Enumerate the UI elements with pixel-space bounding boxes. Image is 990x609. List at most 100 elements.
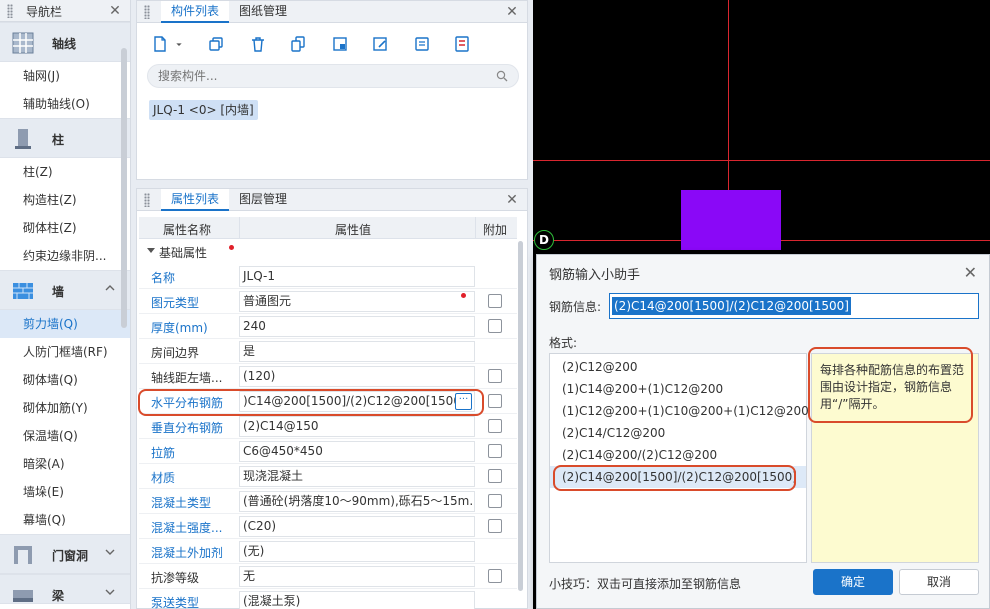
extra-checkbox[interactable] — [488, 294, 502, 308]
nav-group-beam[interactable]: 梁 — [0, 574, 130, 604]
property-row[interactable]: 图元类型 普通图元 — [139, 289, 517, 314]
extra-checkbox[interactable] — [488, 394, 502, 408]
property-row[interactable]: 混凝土强度... (C20) — [139, 514, 517, 539]
property-row[interactable]: 抗渗等级 无 — [139, 564, 517, 589]
copy-component-button[interactable] — [203, 31, 229, 57]
nav-item-civil-defense-wall[interactable]: 人防门框墙(RF) — [0, 338, 130, 366]
format-list-item[interactable]: (1)C14@200+(1)C12@200 — [550, 378, 806, 400]
property-row[interactable]: 水平分布钢筋)C14@200[1500]/(2)C12@200[1500] ··· — [139, 389, 517, 414]
property-value-field[interactable]: )C14@200[1500]/(2)C12@200[1500] ··· — [239, 391, 475, 412]
nav-group-axis[interactable]: 轴线 — [0, 22, 130, 62]
property-value-field[interactable]: (C20) — [239, 516, 475, 537]
close-icon[interactable]: ✕ — [964, 263, 977, 282]
extra-checkbox[interactable] — [488, 569, 502, 583]
nav-item-edge-member[interactable]: 约束边缘非阴... — [0, 242, 130, 270]
format-list-item[interactable]: (2)C12@200 — [550, 356, 806, 378]
format-list-item[interactable]: (2)C14@200/(2)C12@200 — [550, 444, 806, 466]
nav-item-insulation-wall[interactable]: 保温墙(Q) — [0, 422, 130, 450]
extra-checkbox[interactable] — [488, 469, 502, 483]
extra-checkbox[interactable] — [488, 319, 502, 333]
property-group-basic[interactable]: 基础属性 — [139, 239, 517, 264]
ok-button[interactable]: 确定 — [813, 569, 893, 595]
drag-handle-icon[interactable] — [7, 4, 13, 18]
close-icon[interactable]: ✕ — [505, 5, 519, 19]
property-value-field[interactable]: 普通图元 — [239, 291, 475, 312]
shear-wall-element[interactable] — [681, 190, 781, 250]
extra-checkbox[interactable] — [488, 444, 502, 458]
nav-item-curtain-wall[interactable]: 幕墙(Q) — [0, 506, 130, 534]
chevron-up-icon[interactable] — [104, 282, 116, 294]
nav-item-hidden-beam[interactable]: 暗梁(A) — [0, 450, 130, 478]
nav-item-shear-wall[interactable]: 剪力墙(Q) — [0, 310, 130, 338]
edit-component-button[interactable] — [367, 31, 393, 57]
property-row[interactable]: 厚度(mm) 240 — [139, 314, 517, 339]
delete-component-button[interactable] — [245, 31, 271, 57]
property-value-field[interactable]: C6@450*450 — [239, 441, 475, 462]
nav-item-constructional-column[interactable]: 构造柱(Z) — [0, 186, 130, 214]
property-row[interactable]: 混凝土外加剂 (无) — [139, 539, 517, 564]
drag-handle-icon[interactable] — [144, 193, 150, 207]
format-list-item[interactable]: (1)C12@200+(1)C10@200+(1)C12@200 — [550, 400, 809, 422]
report-button[interactable] — [449, 31, 475, 57]
drag-handle-icon[interactable] — [144, 5, 150, 19]
nav-item-wall-pier[interactable]: 墙垛(E) — [0, 478, 130, 506]
property-scrollbar[interactable] — [518, 241, 523, 591]
chevron-down-icon[interactable] — [104, 546, 116, 558]
property-value-field[interactable]: 现浇混凝土 — [239, 466, 475, 487]
collapse-triangle-icon[interactable] — [147, 248, 155, 253]
property-row[interactable]: 房间边界 是 — [139, 339, 517, 364]
properties-button[interactable] — [409, 31, 435, 57]
property-value: 240 — [243, 319, 266, 333]
nav-group-door-window[interactable]: 门窗洞 — [0, 534, 130, 574]
nav-group-column[interactable]: 柱 — [0, 118, 130, 158]
property-value-field[interactable]: (混凝土泵) — [239, 591, 475, 609]
format-list-item[interactable]: (2)C14@200[1500]/(2)C12@200[1500] — [550, 466, 806, 488]
nav-item-aux-axis[interactable]: 辅助轴线(O) — [0, 90, 130, 118]
property-value-field[interactable]: JLQ-1 — [239, 266, 475, 287]
chevron-down-icon[interactable] — [104, 586, 116, 598]
property-value-field[interactable]: (普通砼(坍落度10～90mm),砾石5～15m... — [239, 491, 475, 512]
tab-property-list[interactable]: 属性列表 — [161, 189, 230, 211]
component-list-item[interactable]: JLQ-1 <0> [内墙] — [149, 100, 258, 120]
property-value-field[interactable]: (无) — [239, 541, 475, 562]
import-component-button[interactable] — [327, 31, 353, 57]
property-row[interactable]: 材质 现浇混凝土 — [139, 464, 517, 489]
property-row[interactable]: 拉筋 C6@450*450 — [139, 439, 517, 464]
nav-item-axis-grid[interactable]: 轴网(J) — [0, 62, 130, 90]
property-value-field[interactable]: (2)C14@150 — [239, 416, 475, 437]
nav-group-wall[interactable]: 墙 — [0, 270, 130, 310]
property-value-field[interactable]: 240 — [239, 316, 475, 337]
duplicate-button[interactable] — [285, 31, 311, 57]
nav-scrollbar[interactable] — [121, 48, 127, 328]
property-row[interactable]: 垂直分布钢筋 (2)C14@150 — [139, 414, 517, 439]
property-row[interactable]: 轴线距左墙... (120) — [139, 364, 517, 389]
extra-checkbox[interactable] — [488, 369, 502, 383]
extra-checkbox[interactable] — [488, 494, 502, 508]
more-options-button[interactable]: ··· — [455, 393, 472, 410]
tab-component-list[interactable]: 构件列表 — [161, 1, 230, 23]
format-list-item[interactable]: (2)C14/C12@200 — [550, 422, 806, 444]
close-icon[interactable]: ✕ — [505, 193, 519, 207]
tab-drawing-management[interactable]: 图纸管理 — [229, 1, 297, 23]
property-row[interactable]: 混凝土类型 (普通砼(坍落度10～90mm),砾石5～15m... — [139, 489, 517, 514]
extra-checkbox[interactable] — [488, 519, 502, 533]
search-icon[interactable] — [496, 70, 508, 82]
nav-item-column[interactable]: 柱(Z) — [0, 158, 130, 186]
property-value-field[interactable]: (120) — [239, 366, 475, 387]
nav-item-masonry-reinforcement[interactable]: 砌体加筋(Y) — [0, 394, 130, 422]
property-row[interactable]: 泵送类型 (混凝土泵) — [139, 589, 517, 609]
nav-item-masonry-column[interactable]: 砌体柱(Z) — [0, 214, 130, 242]
property-value-field[interactable]: 无 — [239, 566, 475, 587]
close-icon[interactable]: ✕ — [108, 4, 122, 18]
search-input[interactable] — [158, 69, 478, 83]
extra-checkbox[interactable] — [488, 419, 502, 433]
property-value-field[interactable]: 是 — [239, 341, 475, 362]
tab-layer-management[interactable]: 图层管理 — [229, 189, 297, 211]
new-component-button[interactable] — [147, 31, 173, 57]
property-row[interactable]: 名称 JLQ-1 — [139, 264, 517, 289]
cancel-button[interactable]: 取消 — [899, 569, 979, 595]
component-search[interactable] — [147, 64, 519, 88]
nav-item-masonry-wall[interactable]: 砌体墙(Q) — [0, 366, 130, 394]
rebar-info-input[interactable]: (2)C14@200[1500]/(2)C12@200[1500] — [609, 293, 979, 319]
new-dropdown-button[interactable] — [173, 31, 185, 57]
